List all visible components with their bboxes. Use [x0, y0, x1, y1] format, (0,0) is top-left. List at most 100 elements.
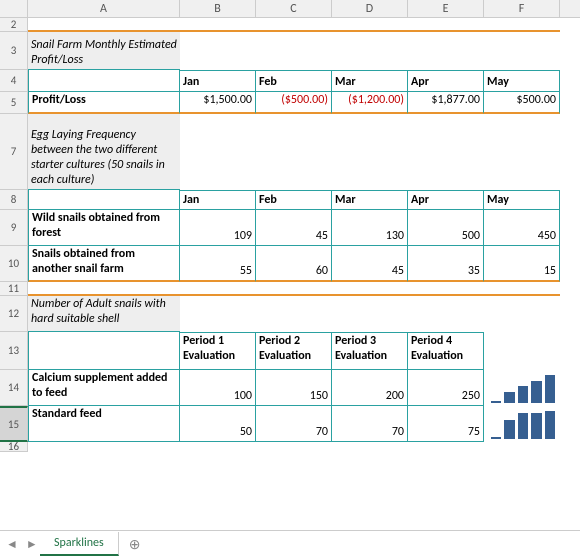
section1-val-apr[interactable]: $1,877.00: [408, 92, 484, 114]
row-header-10[interactable]: 10: [0, 246, 28, 282]
col-header-C[interactable]: C: [256, 0, 332, 17]
section3-row1-p4[interactable]: 250: [408, 370, 484, 406]
row-header-2[interactable]: 2: [0, 18, 28, 32]
section3-period2[interactable]: Period 2 Evaluation: [256, 332, 332, 370]
cell[interactable]: [484, 18, 560, 32]
row-header-12[interactable]: 12: [0, 296, 28, 332]
section3-title[interactable]: Number of Adult snails with hard suitabl…: [28, 296, 180, 332]
row-header-5[interactable]: 5: [0, 92, 28, 114]
cell[interactable]: [332, 32, 408, 70]
section2-title[interactable]: Egg Laying Frequency between the two dif…: [28, 114, 180, 190]
col-header-E[interactable]: E: [408, 0, 484, 17]
cell[interactable]: [180, 32, 256, 70]
cell[interactable]: [180, 442, 256, 452]
section3-period4[interactable]: Period 4 Evaluation: [408, 332, 484, 370]
section2-month-mar[interactable]: Mar: [332, 190, 408, 210]
sheet-tab-sparklines[interactable]: Sparklines: [40, 532, 119, 556]
cell[interactable]: [256, 114, 332, 190]
row-header-11[interactable]: 11: [0, 282, 28, 296]
section1-val-feb[interactable]: ($500.00): [256, 92, 332, 114]
section2-row2-label[interactable]: Snails obtained from another snail farm: [28, 246, 180, 282]
cell[interactable]: [484, 296, 560, 332]
section3-row1-p3[interactable]: 200: [332, 370, 408, 406]
cell[interactable]: [484, 332, 560, 370]
section1-val-mar[interactable]: ($1,200.00): [332, 92, 408, 114]
section3-row2-p2[interactable]: 70: [256, 406, 332, 442]
cell[interactable]: [332, 282, 408, 296]
cell[interactable]: [256, 442, 332, 452]
cell[interactable]: [180, 282, 256, 296]
section1-val-may[interactable]: $500.00: [484, 92, 560, 114]
cell[interactable]: [408, 114, 484, 190]
cell[interactable]: [28, 190, 180, 210]
section1-month-apr[interactable]: Apr: [408, 70, 484, 92]
cell[interactable]: [256, 32, 332, 70]
section3-period3[interactable]: Period 3 Evaluation: [332, 332, 408, 370]
section3-row2-p3[interactable]: 70: [332, 406, 408, 442]
cell[interactable]: [408, 32, 484, 70]
row-header-4[interactable]: 4: [0, 70, 28, 92]
col-header-B[interactable]: B: [180, 0, 256, 17]
cell[interactable]: [180, 114, 256, 190]
cell[interactable]: [484, 442, 560, 452]
col-header-A[interactable]: A: [28, 0, 180, 17]
row-header-8[interactable]: 8: [0, 190, 28, 210]
section1-month-feb[interactable]: Feb: [256, 70, 332, 92]
add-sheet-button[interactable]: ⊕: [119, 532, 151, 557]
section2-row1-apr[interactable]: 500: [408, 210, 484, 246]
section1-month-mar[interactable]: Mar: [332, 70, 408, 92]
cell[interactable]: [484, 32, 560, 70]
section2-row2-feb[interactable]: 60: [256, 246, 332, 282]
section2-row1-label[interactable]: Wild snails obtained from forest: [28, 210, 180, 246]
cell[interactable]: [28, 332, 180, 370]
cell[interactable]: [256, 18, 332, 32]
section2-row2-apr[interactable]: 35: [408, 246, 484, 282]
section3-period1[interactable]: Period 1 Evaluation: [180, 332, 256, 370]
row-header-3[interactable]: 3: [0, 32, 28, 70]
section3-row1-label[interactable]: Calcium supplement added to feed: [28, 370, 180, 406]
section2-month-feb[interactable]: Feb: [256, 190, 332, 210]
cell[interactable]: [332, 18, 408, 32]
section2-row1-mar[interactable]: 130: [332, 210, 408, 246]
cell[interactable]: [332, 296, 408, 332]
section1-val-jan[interactable]: $1,500.00: [180, 92, 256, 114]
section1-month-may[interactable]: May: [484, 70, 560, 92]
section1-row-label[interactable]: Profit/Loss: [28, 92, 180, 114]
section2-row1-feb[interactable]: 45: [256, 210, 332, 246]
cell[interactable]: [332, 442, 408, 452]
cell[interactable]: [332, 114, 408, 190]
cell[interactable]: [28, 18, 180, 32]
sparkline-row2[interactable]: [484, 406, 560, 442]
cell[interactable]: [28, 442, 180, 452]
sparkline-row1[interactable]: [484, 370, 560, 406]
select-all-corner[interactable]: [0, 0, 28, 17]
section2-month-may[interactable]: May: [484, 190, 560, 210]
col-header-D[interactable]: D: [332, 0, 408, 17]
section3-row1-p2[interactable]: 150: [256, 370, 332, 406]
tab-nav-arrows[interactable]: ◄ ►: [0, 537, 40, 552]
section2-row1-may[interactable]: 450: [484, 210, 560, 246]
section2-row2-may[interactable]: 15: [484, 246, 560, 282]
cell[interactable]: [28, 282, 180, 296]
section3-row2-p1[interactable]: 50: [180, 406, 256, 442]
cell[interactable]: [408, 296, 484, 332]
col-header-F[interactable]: F: [484, 0, 560, 17]
cell[interactable]: [28, 70, 180, 92]
section3-row1-p1[interactable]: 100: [180, 370, 256, 406]
section3-row2-p4[interactable]: 75: [408, 406, 484, 442]
section3-row2-label[interactable]: Standard feed: [28, 406, 180, 442]
row-header-16[interactable]: 16: [0, 442, 28, 452]
section2-month-jan[interactable]: Jan: [180, 190, 256, 210]
cell[interactable]: [408, 282, 484, 296]
cell[interactable]: [408, 442, 484, 452]
cell[interactable]: [256, 282, 332, 296]
section2-row2-jan[interactable]: 55: [180, 246, 256, 282]
cell[interactable]: [484, 114, 560, 190]
row-header-13[interactable]: 13: [0, 332, 28, 370]
cell[interactable]: [180, 296, 256, 332]
cell[interactable]: [256, 296, 332, 332]
row-header-14[interactable]: 14: [0, 370, 28, 406]
cell[interactable]: [408, 18, 484, 32]
section2-row1-jan[interactable]: 109: [180, 210, 256, 246]
row-header-15[interactable]: 15: [0, 406, 28, 442]
